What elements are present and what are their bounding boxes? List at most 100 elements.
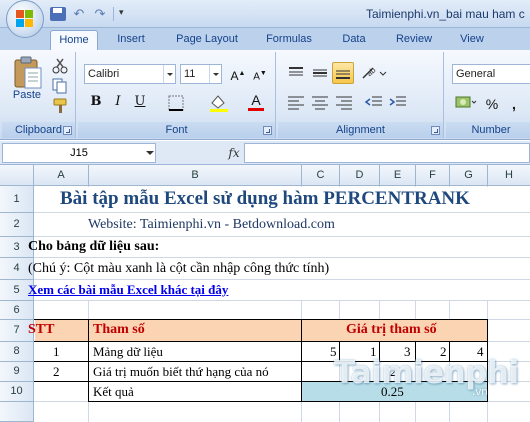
- customize-toolbar-icon[interactable]: ▾: [119, 7, 135, 21]
- worksheet-grid[interactable]: A B C D E F G H 1 2 3 4 5 6 7 8 9 10 Bài…: [0, 165, 530, 422]
- intro-text[interactable]: Cho bảng dữ liệu sau:: [28, 239, 159, 255]
- insert-function-icon[interactable]: fx: [226, 144, 242, 162]
- watermark-text: Taimienphi: [334, 355, 519, 391]
- row-header[interactable]: 9: [0, 362, 34, 382]
- bold-icon[interactable]: B: [86, 92, 106, 112]
- more-examples-link[interactable]: Xem các bài mẫu Excel khác tại đây: [28, 282, 228, 298]
- alignment-group: ab Alignment: [278, 52, 444, 138]
- align-right-icon[interactable]: [334, 94, 354, 112]
- office-button[interactable]: [6, 0, 44, 38]
- number-format-value: General: [456, 68, 496, 80]
- watermark-logo: Taimienphi .vn: [334, 355, 519, 398]
- chevron-down-icon[interactable]: [163, 65, 175, 83]
- percent-style-icon[interactable]: %: [482, 94, 502, 114]
- decrease-indent-icon[interactable]: [364, 94, 384, 112]
- font-name-value: Calibri: [88, 68, 120, 80]
- row8-stt[interactable]: 1: [53, 344, 60, 360]
- window-title: Taimienphi.vn_bai mau ham c: [366, 7, 525, 21]
- column-header[interactable]: G: [450, 165, 488, 186]
- row8-label[interactable]: Mảng dữ liệu: [93, 344, 163, 360]
- clipboard-dialog-launcher[interactable]: [63, 126, 72, 135]
- align-center-icon[interactable]: [310, 94, 330, 112]
- row-header[interactable]: 10: [0, 382, 34, 402]
- row-header[interactable]: 2: [0, 213, 34, 237]
- column-header[interactable]: E: [380, 165, 416, 186]
- ribbon-tab-bar: Home Insert Page Layout Formulas Data Re…: [0, 28, 530, 50]
- align-top-icon[interactable]: [286, 64, 306, 82]
- paste-button[interactable]: Paste: [10, 56, 44, 102]
- font-color-icon[interactable]: A: [246, 92, 266, 112]
- orientation-icon[interactable]: ab: [360, 64, 388, 82]
- tab-home[interactable]: Home: [50, 30, 98, 50]
- office-logo-icon: [16, 10, 34, 28]
- select-all-corner[interactable]: [0, 165, 34, 186]
- alignment-group-label: Alignment: [278, 122, 443, 138]
- column-header[interactable]: C: [302, 165, 340, 186]
- note-text[interactable]: (Chú ý: Cột màu xanh là cột cần nhập côn…: [28, 261, 329, 277]
- row-header[interactable]: 1: [0, 186, 34, 213]
- column-header[interactable]: D: [340, 165, 380, 186]
- column-header[interactable]: B: [89, 165, 302, 186]
- accounting-format-icon[interactable]: [454, 94, 478, 112]
- comma-style-icon[interactable]: ,: [504, 94, 524, 114]
- font-size-combo[interactable]: 11: [180, 64, 222, 84]
- table-border: [301, 319, 302, 402]
- tab-formulas[interactable]: Formulas: [256, 30, 322, 50]
- redo-icon[interactable]: ↷: [92, 7, 108, 21]
- chevron-down-icon[interactable]: [146, 151, 154, 155]
- save-icon[interactable]: [50, 7, 66, 21]
- font-dialog-launcher[interactable]: [263, 126, 272, 135]
- stt-header[interactable]: STT: [28, 322, 54, 338]
- underline-icon[interactable]: U: [130, 92, 150, 112]
- formula-input[interactable]: [244, 143, 530, 163]
- gridline: [34, 300, 530, 301]
- table-border: [34, 341, 488, 342]
- undo-icon[interactable]: ↶: [71, 7, 87, 21]
- font-size-value: 11: [184, 68, 196, 80]
- ribbon: Paste Clipboard Calibri 11 A▲ A▼ B I U A…: [0, 50, 530, 140]
- tab-insert[interactable]: Insert: [106, 30, 156, 50]
- cut-icon[interactable]: [52, 58, 68, 74]
- alignment-dialog-launcher[interactable]: [431, 126, 440, 135]
- row-header[interactable]: [0, 402, 34, 422]
- row9-stt[interactable]: 2: [53, 364, 60, 380]
- font-group-label: Font: [78, 122, 275, 138]
- name-box[interactable]: J15: [2, 143, 156, 163]
- row-header[interactable]: 8: [0, 342, 34, 362]
- increase-indent-icon[interactable]: [388, 94, 408, 112]
- param-header[interactable]: Tham số: [93, 322, 145, 338]
- tab-page-layout[interactable]: Page Layout: [168, 30, 246, 50]
- copy-icon[interactable]: [52, 78, 68, 94]
- align-middle-icon[interactable]: [310, 64, 330, 82]
- number-group-label: Number: [446, 122, 530, 138]
- row10-label[interactable]: Kết quả: [93, 384, 134, 400]
- column-header[interactable]: F: [416, 165, 450, 186]
- svg-text:ab: ab: [365, 65, 378, 78]
- font-group: Calibri 11 A▲ A▼ B I U A Font: [78, 52, 276, 138]
- grow-font-icon[interactable]: A▲: [228, 64, 248, 84]
- align-bottom-icon: [336, 70, 350, 79]
- chevron-down-icon[interactable]: [209, 65, 221, 83]
- column-header[interactable]: H: [488, 165, 530, 186]
- sheet-title[interactable]: Bài tập mẫu Excel sử dụng hàm PERCENTRAN…: [60, 188, 470, 210]
- fill-color-icon[interactable]: [208, 93, 230, 113]
- number-format-combo[interactable]: General: [452, 64, 530, 84]
- row9-label[interactable]: Giá trị muốn biết thứ hạng của nó: [93, 364, 269, 380]
- align-left-icon[interactable]: [286, 94, 306, 112]
- align-bottom-button[interactable]: [332, 62, 354, 84]
- table-border: [88, 319, 89, 402]
- italic-icon[interactable]: I: [108, 92, 128, 112]
- font-name-combo[interactable]: Calibri: [84, 64, 176, 84]
- values-header[interactable]: Giá trị tham số: [346, 322, 437, 338]
- row-header[interactable]: 6: [0, 301, 34, 320]
- tab-view[interactable]: View: [452, 30, 492, 50]
- tab-data[interactable]: Data: [334, 30, 374, 50]
- quick-access-toolbar: ↶ ↷ ▾: [50, 6, 135, 22]
- borders-icon[interactable]: [168, 95, 186, 111]
- website-text[interactable]: Website: Taimienphi.vn - Betdownload.com: [88, 217, 335, 233]
- column-header[interactable]: A: [34, 165, 89, 186]
- tab-review[interactable]: Review: [388, 30, 440, 50]
- result-stt-fill: [35, 382, 88, 401]
- shrink-font-icon[interactable]: A▼: [250, 64, 270, 84]
- format-painter-icon[interactable]: [52, 98, 68, 114]
